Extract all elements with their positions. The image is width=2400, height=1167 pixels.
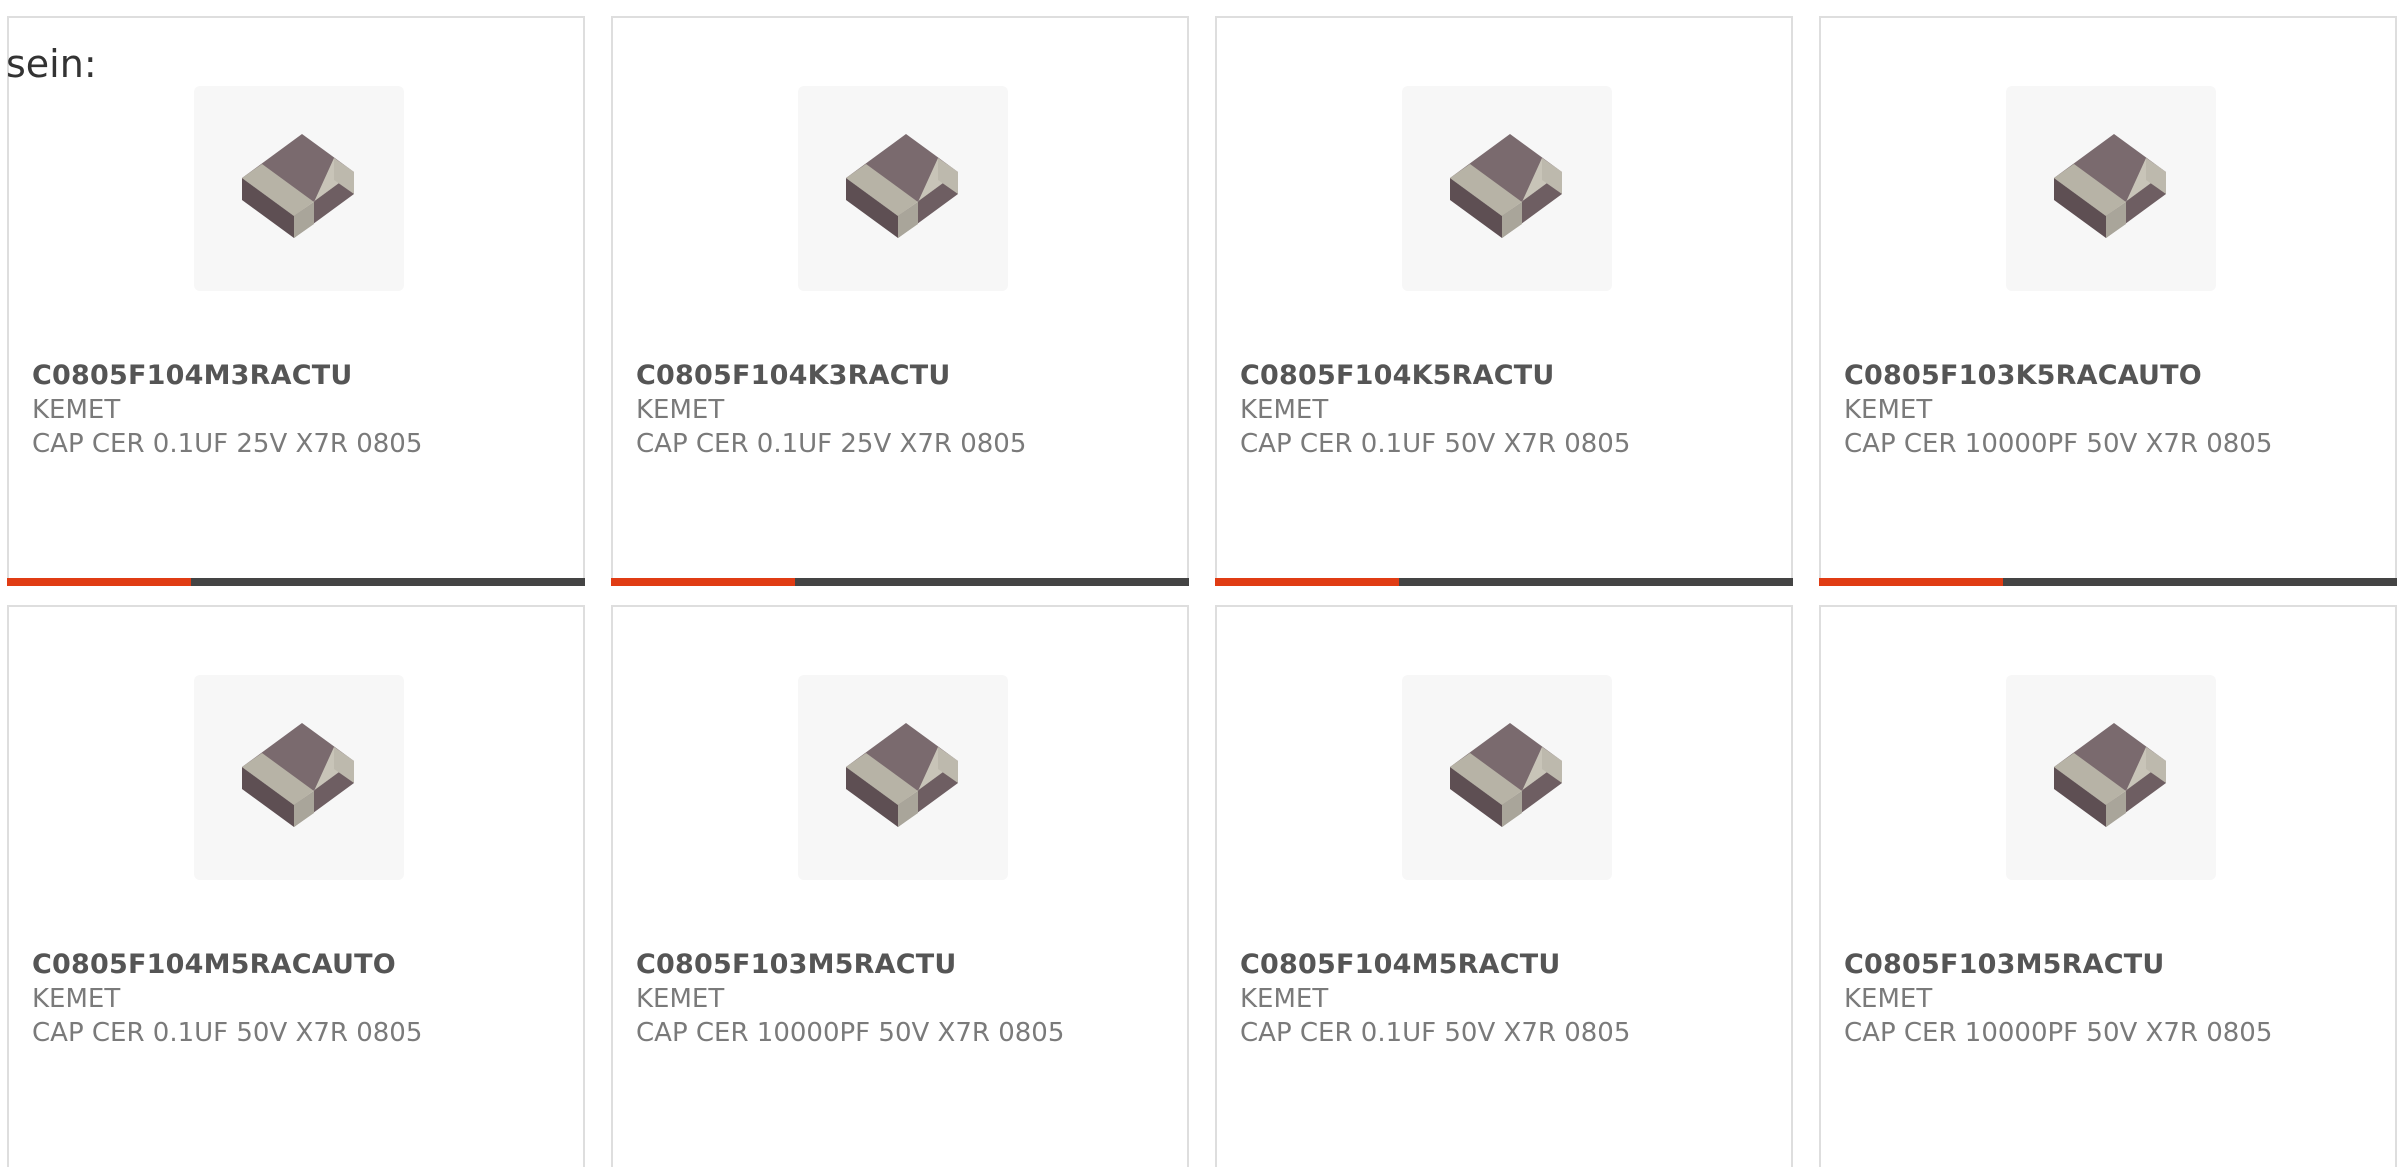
product-grid: C0805F104M3RACTU KEMET CAP CER 0.1UF 25V…: [7, 16, 2400, 1167]
description: CAP CER 10000PF 50V X7R 0805: [636, 1018, 1065, 1048]
part-number[interactable]: C0805F103M5RACTU: [1844, 949, 2164, 980]
manufacturer: KEMET: [1844, 984, 1933, 1014]
intro-text: sein:: [6, 42, 97, 86]
capacitor-image: [798, 86, 1008, 291]
description: CAP CER 0.1UF 50V X7R 0805: [1240, 1018, 1631, 1048]
part-number[interactable]: C0805F104M5RACTU: [1240, 949, 1560, 980]
product-card[interactable]: C0805F104M3RACTU KEMET CAP CER 0.1UF 25V…: [7, 16, 585, 586]
part-number[interactable]: C0805F104M5RACAUTO: [32, 949, 396, 980]
manufacturer: KEMET: [32, 984, 121, 1014]
product-card[interactable]: C0805F103M5RACTU KEMET CAP CER 10000PF 5…: [1819, 605, 2397, 1167]
part-number[interactable]: C0805F103M5RACTU: [636, 949, 956, 980]
product-card[interactable]: C0805F104K5RACTU KEMET CAP CER 0.1UF 50V…: [1215, 16, 1793, 586]
card-footer-accent: [611, 578, 795, 586]
product-card[interactable]: C0805F104K3RACTU KEMET CAP CER 0.1UF 25V…: [611, 16, 1189, 586]
part-number[interactable]: C0805F104K5RACTU: [1240, 360, 1555, 391]
description: CAP CER 10000PF 50V X7R 0805: [1844, 429, 2273, 459]
card-footer-accent: [7, 578, 191, 586]
part-number[interactable]: C0805F103K5RACAUTO: [1844, 360, 2202, 391]
description: CAP CER 0.1UF 50V X7R 0805: [32, 1018, 423, 1048]
description: CAP CER 0.1UF 25V X7R 0805: [32, 429, 423, 459]
description: CAP CER 10000PF 50V X7R 0805: [1844, 1018, 2273, 1048]
description: CAP CER 0.1UF 25V X7R 0805: [636, 429, 1027, 459]
manufacturer: KEMET: [636, 984, 725, 1014]
card-footer-bar: [7, 578, 585, 586]
product-card[interactable]: C0805F104M5RACAUTO KEMET CAP CER 0.1UF 5…: [7, 605, 585, 1167]
manufacturer: KEMET: [1240, 395, 1329, 425]
card-footer-bar: [1215, 578, 1793, 586]
card-footer-accent: [1215, 578, 1399, 586]
capacitor-image: [2006, 86, 2216, 291]
capacitor-image: [1402, 86, 1612, 291]
card-footer-bar: [611, 578, 1189, 586]
card-footer-bar: [1819, 578, 2397, 586]
capacitor-image: [194, 86, 404, 291]
product-card[interactable]: C0805F103K5RACAUTO KEMET CAP CER 10000PF…: [1819, 16, 2397, 586]
capacitor-image: [2006, 675, 2216, 880]
capacitor-image: [798, 675, 1008, 880]
capacitor-image: [1402, 675, 1612, 880]
manufacturer: KEMET: [636, 395, 725, 425]
manufacturer: KEMET: [1844, 395, 1933, 425]
product-card[interactable]: C0805F103M5RACTU KEMET CAP CER 10000PF 5…: [611, 605, 1189, 1167]
description: CAP CER 0.1UF 50V X7R 0805: [1240, 429, 1631, 459]
product-card[interactable]: C0805F104M5RACTU KEMET CAP CER 0.1UF 50V…: [1215, 605, 1793, 1167]
manufacturer: KEMET: [1240, 984, 1329, 1014]
capacitor-image: [194, 675, 404, 880]
part-number[interactable]: C0805F104M3RACTU: [32, 360, 352, 391]
part-number[interactable]: C0805F104K3RACTU: [636, 360, 951, 391]
manufacturer: KEMET: [32, 395, 121, 425]
card-footer-accent: [1819, 578, 2003, 586]
